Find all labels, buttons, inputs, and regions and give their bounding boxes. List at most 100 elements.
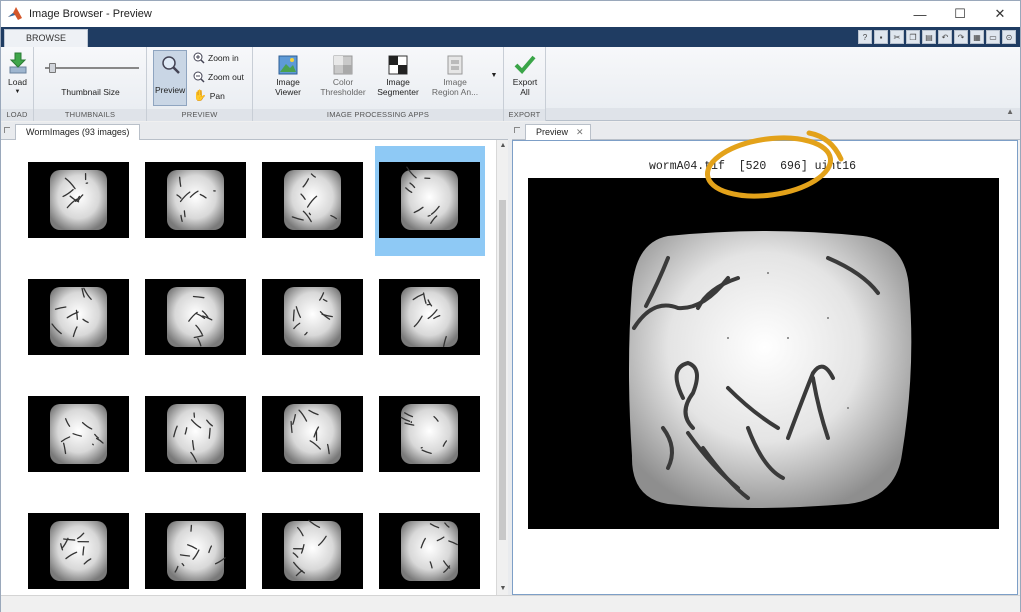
chevron-down-icon: ▼: [14, 89, 21, 95]
thumbnail-item[interactable]: [262, 396, 363, 472]
export-label-1: Export: [512, 77, 538, 87]
thumbnail-item[interactable]: [28, 279, 129, 355]
paste-icon[interactable]: ▤: [922, 30, 936, 44]
preview-button[interactable]: Preview: [153, 50, 187, 106]
scrollbar-thumb[interactable]: [499, 200, 506, 540]
thumbnail-item[interactable]: [262, 279, 363, 355]
ribbon: Load ▼ LOAD Thumbnail Size THUMBNAILS PR…: [1, 47, 1020, 121]
layout-icon[interactable]: ▦: [970, 30, 984, 44]
image-region-analyzer-button[interactable]: Image Region An...: [427, 55, 483, 97]
thumbnail-item[interactable]: [28, 513, 129, 589]
image-region-analyzer-label-2: Region An...: [431, 87, 479, 97]
color-thresholder-button[interactable]: Color Thresholder: [315, 55, 371, 97]
image-viewer-button[interactable]: Image Viewer: [267, 55, 309, 97]
checkmark-icon: [514, 55, 536, 74]
pan-button[interactable]: ✋ Pan: [193, 89, 225, 102]
thumbnail-item[interactable]: [28, 162, 129, 238]
export-label-2: All: [520, 87, 530, 97]
image-segmenter-button[interactable]: Image Segmenter: [374, 55, 422, 97]
app-window: Image Browser - Preview — ☐ ✕ BROWSE ? ▪…: [0, 0, 1021, 612]
search-icon[interactable]: ⊙: [1002, 30, 1016, 44]
zoom-in-icon: [193, 52, 205, 64]
pan-label: Pan: [209, 90, 225, 101]
tab-preview[interactable]: Preview ✕: [525, 124, 591, 140]
help-icon[interactable]: ?: [858, 30, 872, 44]
load-button[interactable]: Load ▼: [4, 51, 31, 97]
thumbnail-size-slider-track[interactable]: [45, 67, 139, 69]
load-group: Load ▼ LOAD: [1, 47, 34, 121]
undo-icon[interactable]: ↶: [938, 30, 952, 44]
thumbnail-item[interactable]: [145, 396, 246, 472]
thumbnail-scrollbar[interactable]: ▲ ▼: [496, 140, 508, 595]
thumbnail-size-slider-thumb[interactable]: [49, 63, 56, 73]
load-group-label: LOAD: [1, 109, 33, 121]
export-group-label: EXPORT: [504, 109, 545, 121]
thumbnail-item[interactable]: [379, 396, 480, 472]
image-info-caption: wormA04.tif [520 696] uint16: [649, 160, 857, 173]
redo-icon[interactable]: ↷: [954, 30, 968, 44]
maximize-button[interactable]: ☐: [940, 1, 980, 27]
apps-group-label: IMAGE PROCESSING APPS: [253, 109, 503, 121]
thumbnails-group: Thumbnail Size THUMBNAILS: [34, 47, 147, 121]
image-segmenter-label-2: Segmenter: [377, 87, 419, 97]
magnifier-icon: [162, 56, 180, 74]
thumbnail-item[interactable]: [379, 162, 480, 238]
preview-header: Preview ✕: [512, 122, 1020, 140]
color-thresholder-label-1: Color: [332, 77, 354, 87]
ribbon-footer: [546, 108, 1020, 120]
thumbnail-item[interactable]: [145, 162, 246, 238]
zoom-out-button[interactable]: Zoom out: [193, 71, 244, 83]
color-thresholder-icon: [333, 55, 353, 75]
zoom-out-icon: [193, 71, 205, 83]
thumbnail-size-label: Thumbnail Size: [61, 87, 120, 97]
image-viewer-label-2: Viewer: [275, 87, 301, 97]
window-controls: — ☐ ✕: [900, 1, 1020, 27]
thumbnail-item[interactable]: [379, 513, 480, 589]
status-bar: [1, 595, 1020, 612]
thumbnail-item[interactable]: [262, 513, 363, 589]
thumbnail-item[interactable]: [379, 279, 480, 355]
title-bar: Image Browser - Preview — ☐ ✕: [1, 1, 1020, 27]
thumbnail-item[interactable]: [262, 162, 363, 238]
image-segmenter-icon: [388, 55, 408, 75]
hand-icon: ✋: [193, 90, 207, 102]
panel-collapse-icon[interactable]: [4, 127, 10, 133]
zoom-in-button[interactable]: Zoom in: [193, 52, 239, 64]
close-tab-icon[interactable]: ✕: [576, 125, 584, 140]
save-icon[interactable]: ▪: [874, 30, 888, 44]
apps-group: Image Viewer Color Thresholder Image Seg…: [253, 47, 504, 121]
preview-image: [528, 178, 999, 529]
load-label: Load: [8, 77, 27, 87]
image-viewer-icon: [278, 55, 298, 75]
zoom-in-label: Zoom in: [208, 53, 239, 63]
tab-wormimages[interactable]: WormImages (93 images): [15, 124, 141, 140]
tab-browse[interactable]: BROWSE: [4, 29, 88, 47]
preview-group-label: PREVIEW: [147, 109, 252, 121]
dock-icon[interactable]: ▭: [986, 30, 1000, 44]
collapse-ribbon-icon[interactable]: ▲: [1006, 107, 1014, 116]
matlab-logo-icon: [7, 6, 23, 22]
load-arrow-icon: [9, 52, 26, 74]
color-thresholder-label-2: Thresholder: [320, 87, 366, 97]
quick-access-toolbar: ? ▪ ✂ ❐ ▤ ↶ ↷ ▦ ▭ ⊙: [858, 29, 1016, 45]
browser-header: WormImages (93 images): [1, 122, 511, 140]
minimize-button[interactable]: —: [900, 1, 940, 27]
apps-gallery-expand-icon[interactable]: ▼: [489, 71, 499, 81]
cut-icon[interactable]: ✂: [890, 30, 904, 44]
preview-label: Preview: [155, 85, 186, 95]
thumbnail-item[interactable]: [145, 279, 246, 355]
image-region-analyzer-icon: [447, 55, 463, 75]
thumbnails-group-label: THUMBNAILS: [34, 109, 146, 121]
window-title: Image Browser - Preview: [29, 8, 152, 20]
image-region-analyzer-label-1: Image: [443, 77, 467, 87]
image-viewer-label-1: Image: [276, 77, 300, 87]
preview-collapse-icon[interactable]: [514, 127, 520, 133]
preview-tab-label: Preview: [536, 127, 569, 137]
export-all-button[interactable]: Export All: [506, 53, 544, 97]
zoom-out-label: Zoom out: [208, 72, 244, 82]
thumbnail-item[interactable]: [145, 513, 246, 589]
close-button[interactable]: ✕: [980, 1, 1020, 27]
thumbnail-item[interactable]: [28, 396, 129, 472]
copy-icon[interactable]: ❐: [906, 30, 920, 44]
ribbon-tabstrip: BROWSE ? ▪ ✂ ❐ ▤ ↶ ↷ ▦ ▭ ⊙: [1, 27, 1020, 47]
